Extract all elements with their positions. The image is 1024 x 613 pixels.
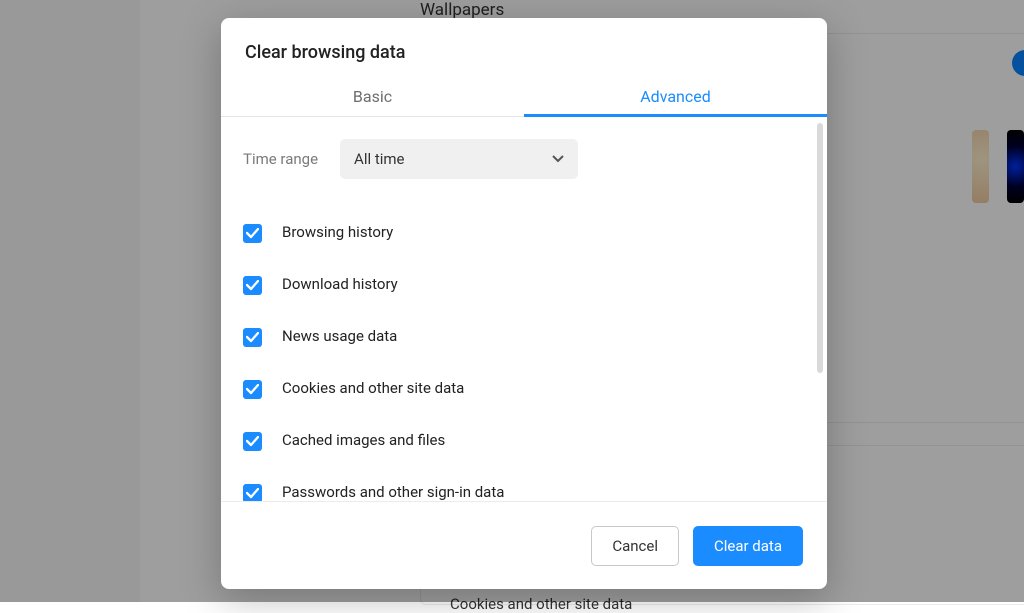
- tab-basic[interactable]: Basic: [221, 77, 524, 116]
- option-label: News usage data: [282, 327, 397, 345]
- dialog-scroll-area[interactable]: Time range All time Browsing history: [221, 117, 827, 501]
- tab-advanced[interactable]: Advanced: [524, 77, 827, 116]
- option-row-passwords[interactable]: Passwords and other sign-in data: [243, 467, 799, 501]
- cancel-button[interactable]: Cancel: [591, 526, 679, 566]
- chevron-down-icon: [552, 155, 564, 163]
- checkbox[interactable]: [243, 276, 262, 295]
- option-label: Cookies and other site data: [282, 379, 464, 397]
- checkbox[interactable]: [243, 328, 262, 347]
- option-row-cached-images[interactable]: Cached images and files: [243, 415, 799, 467]
- clear-browsing-data-dialog: Clear browsing data Basic Advanced Time …: [221, 18, 827, 589]
- checkbox[interactable]: [243, 380, 262, 399]
- dialog-tabs: Basic Advanced: [221, 77, 827, 117]
- time-range-label: Time range: [243, 150, 318, 168]
- time-range-row: Time range All time: [243, 139, 799, 179]
- clear-data-button[interactable]: Clear data: [693, 526, 803, 566]
- scrollbar[interactable]: [817, 123, 823, 373]
- option-label: Download history: [282, 275, 398, 293]
- checkbox[interactable]: [243, 432, 262, 451]
- option-row-download-history[interactable]: Download history: [243, 259, 799, 311]
- time-range-select[interactable]: All time: [340, 139, 578, 179]
- checkbox[interactable]: [243, 484, 262, 501]
- dialog-title: Clear browsing data: [221, 18, 827, 77]
- cancel-button-label: Cancel: [612, 537, 658, 555]
- option-label: Cached images and files: [282, 431, 445, 449]
- tab-advanced-label: Advanced: [640, 87, 711, 106]
- dialog-body: Time range All time Browsing history: [221, 117, 827, 501]
- option-row-news-usage-data[interactable]: News usage data: [243, 311, 799, 363]
- option-label: Browsing history: [282, 223, 393, 241]
- tab-basic-label: Basic: [353, 87, 392, 106]
- checkbox[interactable]: [243, 224, 262, 243]
- time-range-value: All time: [354, 150, 404, 168]
- option-row-browsing-history[interactable]: Browsing history: [243, 207, 799, 259]
- option-row-cookies[interactable]: Cookies and other site data: [243, 363, 799, 415]
- dialog-footer: Cancel Clear data: [221, 501, 827, 589]
- clear-data-button-label: Clear data: [714, 537, 782, 555]
- option-label: Passwords and other sign-in data: [282, 483, 504, 501]
